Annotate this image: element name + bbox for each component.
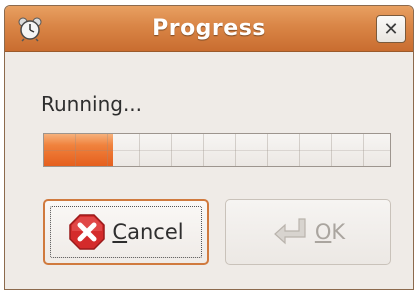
ok-button[interactable]: OK [225, 199, 391, 265]
status-label: Running... [41, 92, 143, 116]
window-title: Progress [152, 16, 266, 41]
ok-mnemonic: O [314, 220, 332, 244]
progress-dialog: Progress ✕ Running... Cancel OK [4, 5, 414, 290]
close-button[interactable]: ✕ [376, 15, 406, 43]
title-bar[interactable]: Progress ✕ [5, 6, 413, 52]
ok-label-rest: K [331, 220, 346, 244]
progress-bar [43, 133, 391, 167]
cancel-button[interactable]: Cancel [43, 199, 209, 265]
close-icon: ✕ [383, 18, 399, 40]
enter-arrow-icon [273, 218, 306, 245]
progress-segments [44, 134, 390, 166]
ok-label: OK [315, 220, 345, 244]
focus-ring [50, 206, 202, 258]
